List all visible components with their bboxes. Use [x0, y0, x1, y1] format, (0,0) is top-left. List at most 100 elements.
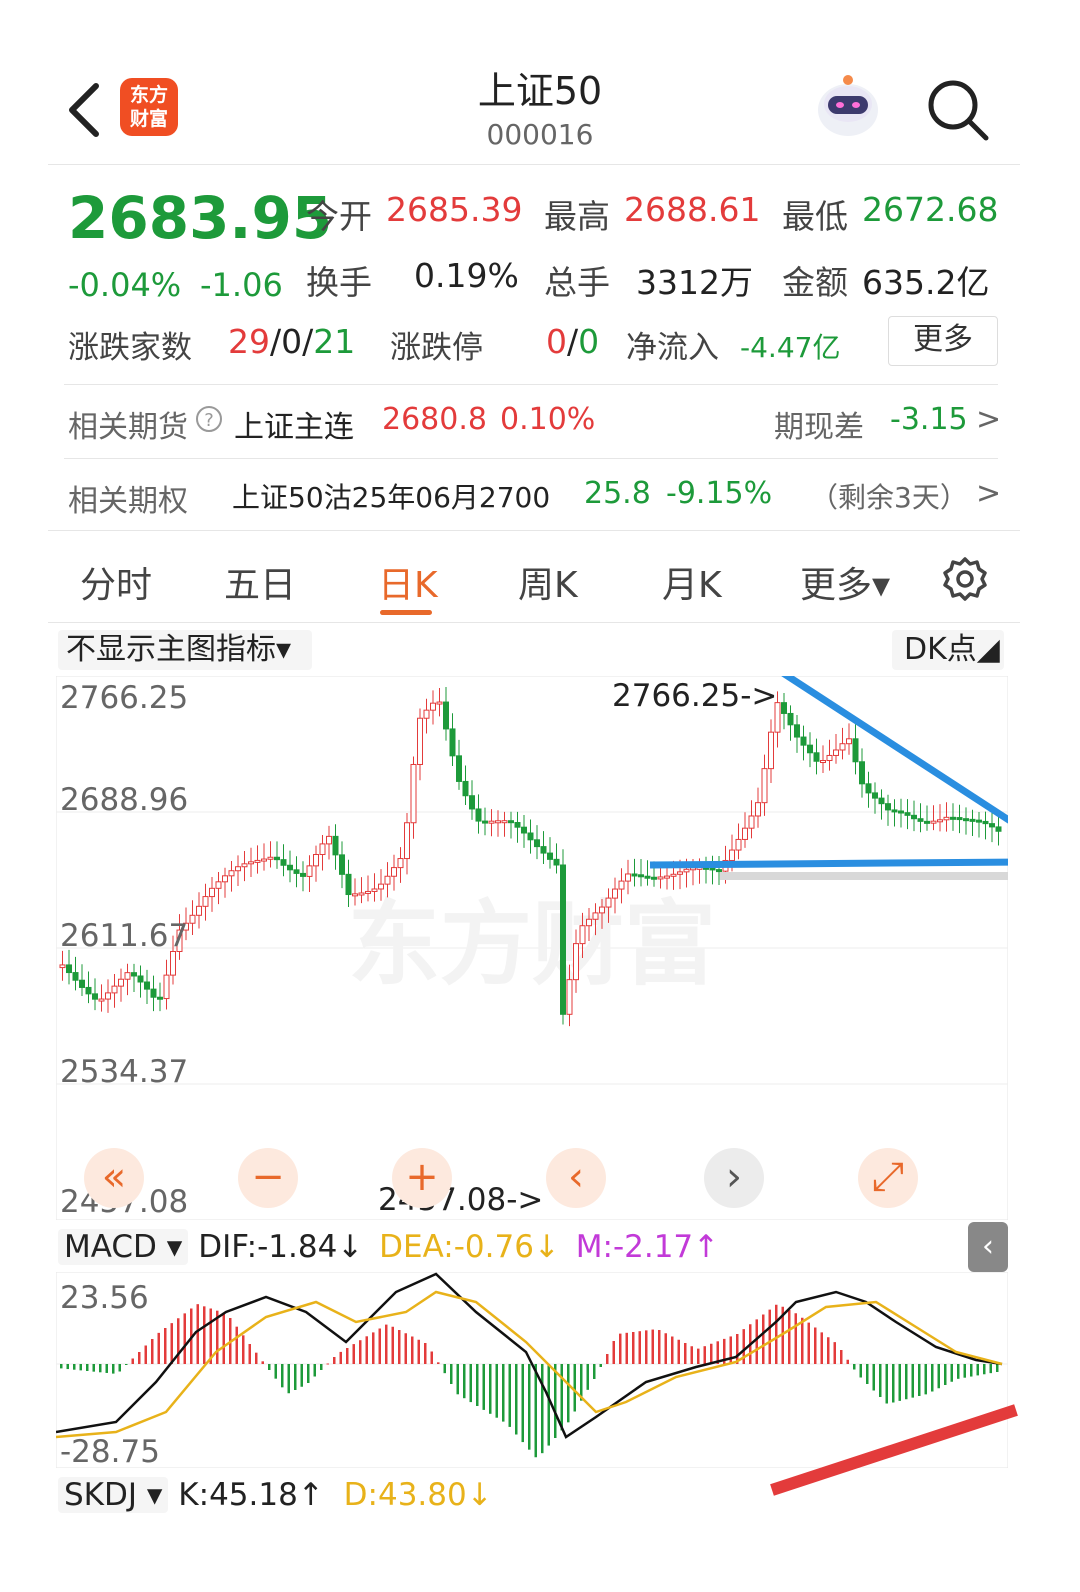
macd-bar [677, 1339, 680, 1364]
volume-value: 3312万 [636, 263, 753, 302]
macd-bar [476, 1364, 479, 1406]
macd-bar [593, 1364, 596, 1379]
chevron-right-icon[interactable]: > [976, 476, 1001, 511]
candle-body [846, 738, 852, 745]
macd-bar [287, 1364, 290, 1394]
macd-bar [794, 1313, 797, 1364]
last-price: 2683.95 [68, 184, 333, 252]
candle-body [326, 835, 332, 845]
candle-body [384, 875, 391, 885]
macd-bar [619, 1333, 622, 1364]
tab-intraday[interactable]: 分时 [80, 556, 152, 608]
candle-body [352, 893, 358, 897]
m-value: M:-2.17↑ [575, 1229, 720, 1265]
candle-body [417, 717, 423, 765]
candle-body [443, 701, 449, 730]
macd-bar [768, 1309, 771, 1364]
macd-bar [469, 1364, 472, 1403]
chevron-right-icon[interactable]: > [976, 402, 1001, 437]
macd-bar [996, 1364, 999, 1372]
main-indicator-select[interactable]: 不显示主图指标▾ [58, 630, 312, 670]
skdj-select[interactable]: SKDJ ▾ [58, 1477, 169, 1513]
candle-body [716, 869, 722, 873]
candle-body [462, 780, 469, 797]
candle-body [306, 865, 313, 877]
tab-daily-k[interactable]: 日K [378, 556, 438, 608]
macd-bar [898, 1364, 901, 1401]
macd-bar [814, 1327, 817, 1364]
futures-name[interactable]: 上证主连 [234, 402, 354, 446]
candle-body [885, 803, 891, 811]
macd-bar [989, 1364, 992, 1374]
fullscreen-button[interactable]: ⤢ [858, 1148, 918, 1208]
macd-bar [352, 1344, 355, 1364]
candle-body [430, 702, 436, 711]
trendline-lower [649, 858, 1008, 869]
kline-chart[interactable]: 东方财富 [56, 676, 1008, 1220]
candle-body [339, 854, 345, 875]
back-arrow-icon[interactable] [60, 80, 110, 140]
macd-bar [144, 1345, 147, 1364]
candle-body [501, 820, 508, 824]
zoom-in-button[interactable]: + [392, 1148, 452, 1208]
limit-label: 涨跌停 [390, 330, 483, 366]
macd-bar [866, 1364, 869, 1384]
low-value: 2672.68 [862, 190, 999, 229]
candle-body [878, 797, 885, 805]
candle-body [378, 883, 384, 890]
macd-bar [541, 1364, 544, 1454]
rewind-button[interactable]: « [84, 1148, 144, 1208]
candle-body [150, 988, 157, 998]
zoom-out-button[interactable]: − [238, 1148, 298, 1208]
options-name[interactable]: 上证50沽25年06月2700 [232, 476, 550, 516]
macd-bar [703, 1346, 706, 1364]
scroll-right-button[interactable]: › [704, 1148, 764, 1208]
macd-bar [918, 1364, 921, 1396]
candle-body [631, 873, 638, 877]
tab-monthly-k[interactable]: 月K [662, 556, 722, 608]
macd-select[interactable]: MACD ▾ [58, 1229, 189, 1265]
macd-bar [443, 1364, 446, 1374]
candle-body [482, 820, 488, 824]
tab-weekly-k[interactable]: 周K [518, 556, 578, 608]
divider [64, 458, 998, 459]
candle-body [228, 870, 235, 877]
scroll-left-button[interactable]: ‹ [546, 1148, 606, 1208]
gear-icon[interactable] [942, 556, 988, 602]
macd-bar [118, 1364, 121, 1372]
macd-bar [164, 1328, 167, 1364]
candle-body [625, 873, 631, 882]
tab-more[interactable]: 更多▾ [800, 556, 890, 608]
robot-avatar-icon[interactable] [812, 70, 884, 142]
candle-body [963, 818, 969, 822]
macd-bar [222, 1312, 225, 1364]
y-label-2: 2688.96 [60, 782, 189, 818]
candle-body [755, 802, 761, 817]
options-price: 25.8 [584, 476, 651, 511]
netflow-label: 净流入 [626, 330, 719, 366]
candle-body [560, 864, 566, 1015]
macd-bar [411, 1336, 414, 1364]
candle-body [852, 738, 859, 763]
collapse-button[interactable]: ‹ [968, 1222, 1008, 1272]
help-icon[interactable]: ? [196, 406, 222, 432]
candle-body [118, 978, 124, 987]
search-icon[interactable] [924, 76, 990, 142]
candle-body [85, 986, 92, 995]
macd-bar [879, 1364, 882, 1397]
breadth-label: 涨跌家数 [68, 330, 192, 366]
candle-body [235, 866, 241, 872]
more-button[interactable]: 更多 [888, 316, 998, 366]
macd-bar [729, 1336, 732, 1364]
macd-bar [801, 1317, 804, 1364]
macd-bar [157, 1332, 160, 1364]
candle-body [313, 854, 319, 867]
candle-body [469, 795, 475, 810]
macd-bar [424, 1343, 427, 1364]
candle-body [475, 808, 482, 822]
tab-five-day[interactable]: 五日 [224, 556, 296, 608]
macd-bar [950, 1364, 953, 1382]
dk-point-select[interactable]: DK点◢ [892, 630, 1004, 670]
candle-body [202, 896, 209, 907]
candle-body [592, 912, 599, 920]
